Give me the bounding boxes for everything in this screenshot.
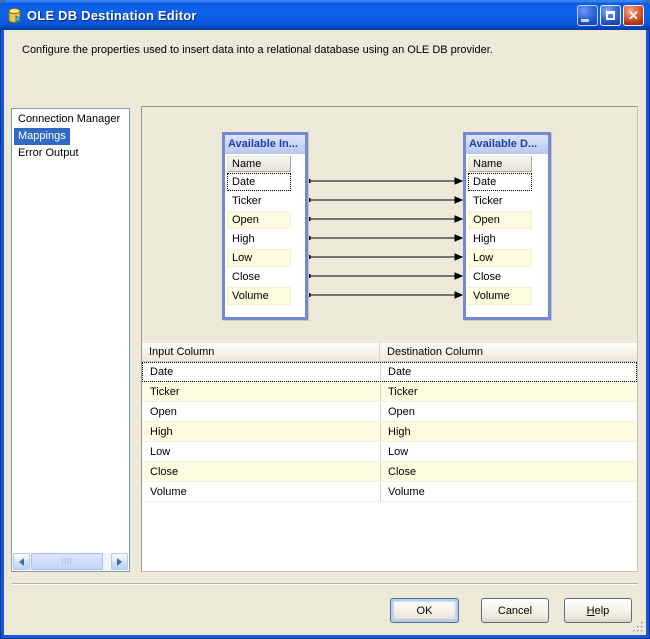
mapping-destination-cell[interactable]: Volume <box>381 483 636 501</box>
source-column-row[interactable]: Low <box>227 249 291 267</box>
destination-column-row[interactable]: Volume <box>468 287 532 305</box>
maximize-icon <box>606 11 615 20</box>
mapping-input-cell[interactable]: Ticker <box>143 383 381 401</box>
available-destination-columns-box[interactable]: Available D... Name Date Ticker Open Hig… <box>463 132 551 320</box>
mapping-destination-cell[interactable]: Ticker <box>381 383 636 401</box>
source-column-row[interactable]: Date <box>227 173 291 191</box>
page-list[interactable]: Connection Manager Mappings Error Output… <box>11 108 130 572</box>
mapping-input-cell[interactable]: Open <box>143 403 381 421</box>
mapping-row[interactable]: Volume Volume <box>142 482 637 502</box>
scrollbar-grip-icon: |||| <box>61 558 73 565</box>
window-title: OLE DB Destination Editor <box>27 7 197 23</box>
scroll-right-button[interactable] <box>111 553 128 570</box>
footer-separator <box>12 583 638 585</box>
mappings-panel: Available In... Name Date Ticker Open Hi… <box>141 106 638 572</box>
mapping-canvas: Available In... Name Date Ticker Open Hi… <box>142 107 637 343</box>
maximize-button[interactable] <box>600 5 621 26</box>
mapping-destination-cell[interactable]: High <box>381 423 636 441</box>
available-input-columns-title: Available In... <box>225 135 305 154</box>
destination-column-row[interactable]: Open <box>468 211 532 229</box>
source-column-row[interactable]: Close <box>227 268 291 286</box>
minimize-button[interactable] <box>577 5 598 26</box>
source-column-row[interactable]: High <box>227 230 291 248</box>
mapping-input-cell[interactable]: Close <box>143 463 381 481</box>
mapping-input-cell[interactable]: High <box>143 423 381 441</box>
mapping-destination-cell[interactable]: Close <box>381 463 636 481</box>
mapping-grid-header: Input Column Destination Column <box>142 343 637 362</box>
titlebar[interactable]: OLE DB Destination Editor ✕ <box>0 0 650 30</box>
mapping-destination-cell[interactable]: Date <box>381 363 636 381</box>
mapping-destination-cell[interactable]: Low <box>381 443 636 461</box>
mapping-row[interactable]: Date Date <box>142 362 637 382</box>
destination-column-row[interactable]: High <box>468 230 532 248</box>
source-column-row[interactable]: Ticker <box>227 192 291 210</box>
close-icon: ✕ <box>628 7 639 23</box>
destination-column-row[interactable]: Ticker <box>468 192 532 210</box>
mapping-connections[interactable] <box>142 107 637 343</box>
minimize-icon <box>580 19 589 22</box>
scrollbar-thumb[interactable]: |||| <box>31 553 103 570</box>
mapping-row[interactable]: High High <box>142 422 637 442</box>
ok-button-label: OK <box>416 604 433 617</box>
source-name-column-header: Name <box>227 156 291 172</box>
sidebar-item-connection-manager[interactable]: Connection Manager <box>14 111 129 128</box>
mapping-input-cell[interactable]: Date <box>143 363 381 381</box>
available-input-columns-box[interactable]: Available In... Name Date Ticker Open Hi… <box>222 132 308 320</box>
source-column-row[interactable]: Volume <box>227 287 291 305</box>
destination-column-header: Destination Column <box>387 346 483 358</box>
mapping-row[interactable]: Ticker Ticker <box>142 382 637 402</box>
mapping-grid: Input Column Destination Column Date Dat… <box>142 343 637 571</box>
input-column-header: Input Column <box>142 343 380 361</box>
destination-column-row[interactable]: Close <box>468 268 532 286</box>
database-icon <box>8 7 22 23</box>
help-button-label: Help <box>586 604 610 617</box>
mapping-row[interactable]: Open Open <box>142 402 637 422</box>
scroll-left-icon <box>19 557 24 566</box>
ole-db-destination-editor-window: OLE DB Destination Editor ✕ Configure th… <box>0 0 650 639</box>
help-button[interactable]: Help <box>564 598 632 623</box>
cancel-button-label: Cancel <box>497 604 533 617</box>
scroll-left-button[interactable] <box>13 553 30 570</box>
source-column-row[interactable]: Open <box>227 211 291 229</box>
scrollbar-track[interactable] <box>103 553 111 570</box>
cancel-button[interactable]: Cancel <box>481 598 549 623</box>
destination-column-row[interactable]: Low <box>468 249 532 267</box>
destination-column-row[interactable]: Date <box>468 173 532 191</box>
sidebar-horizontal-scrollbar[interactable]: |||| <box>13 553 128 570</box>
resize-grip[interactable] <box>632 621 645 634</box>
mapping-input-cell[interactable]: Low <box>143 443 381 461</box>
close-button[interactable]: ✕ <box>623 5 644 26</box>
mapping-input-cell[interactable]: Volume <box>143 483 381 501</box>
scroll-right-icon <box>117 557 122 566</box>
mapping-row[interactable]: Close Close <box>142 462 637 482</box>
ok-button[interactable]: OK <box>390 598 459 623</box>
dialog-description: Configure the properties used to insert … <box>22 44 493 56</box>
available-destination-columns-title: Available D... <box>466 135 548 154</box>
destination-name-column-header: Name <box>468 156 532 172</box>
dialog-body: Configure the properties used to insert … <box>4 30 646 635</box>
sidebar-item-mappings[interactable]: Mappings <box>14 128 70 145</box>
mapping-destination-cell[interactable]: Open <box>381 403 636 421</box>
sidebar-item-error-output[interactable]: Error Output <box>14 145 129 162</box>
mapping-row[interactable]: Low Low <box>142 442 637 462</box>
